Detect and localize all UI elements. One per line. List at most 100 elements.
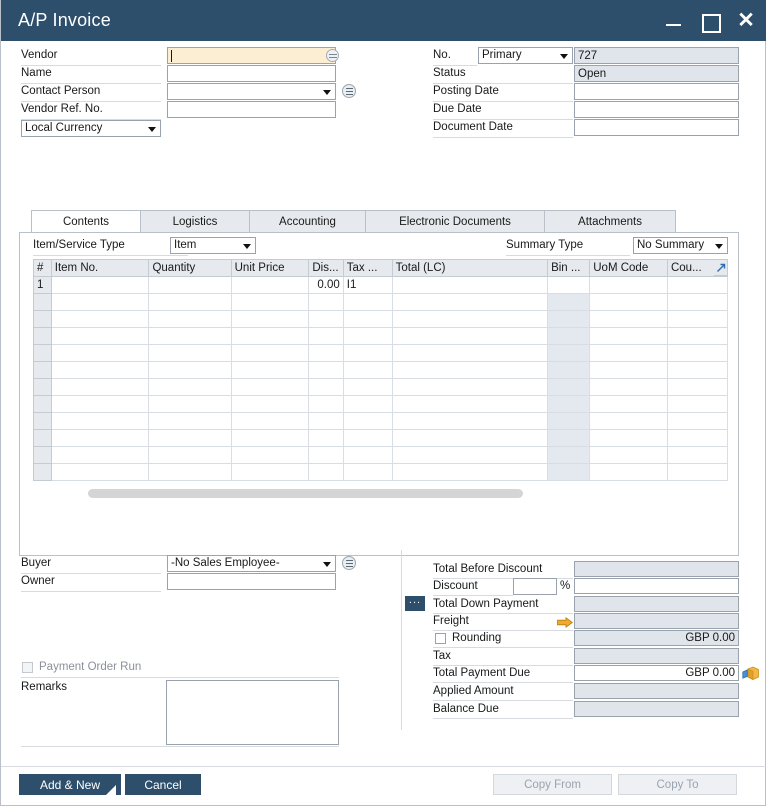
col-item-no[interactable]: Item No. <box>50 259 150 277</box>
cell-discount[interactable] <box>308 361 344 379</box>
cell-unit-price[interactable] <box>230 378 310 396</box>
table-row[interactable] <box>33 395 729 413</box>
cell-quantity[interactable] <box>148 463 232 481</box>
cell-country[interactable] <box>666 429 729 447</box>
table-row[interactable] <box>33 327 729 345</box>
buyer-chooser-icon[interactable] <box>342 556 356 570</box>
row-number-cell[interactable] <box>33 310 52 328</box>
cell-item-no[interactable] <box>50 378 150 396</box>
cell-bin[interactable] <box>547 378 591 396</box>
row-number-cell[interactable] <box>33 378 52 396</box>
posting-date-input[interactable] <box>574 83 739 100</box>
numbering-series-select[interactable]: Primary <box>478 47 573 64</box>
document-date-input[interactable] <box>574 119 739 136</box>
contact-person-chooser-icon[interactable] <box>342 84 356 98</box>
cell-quantity[interactable] <box>148 310 232 328</box>
tab-attachments[interactable]: Attachments <box>544 210 676 233</box>
currency-select[interactable]: Local Currency <box>21 120 161 137</box>
cell-tax[interactable] <box>342 344 393 362</box>
total-payment-due-value[interactable]: GBP 0.00 <box>574 665 739 681</box>
cell-unit-price[interactable] <box>230 276 310 294</box>
cell-total-lc[interactable] <box>391 276 549 294</box>
cell-bin[interactable] <box>547 293 591 311</box>
contact-person-select[interactable] <box>167 83 336 100</box>
table-row[interactable] <box>33 378 729 396</box>
cell-item-no[interactable] <box>50 361 150 379</box>
cell-bin[interactable] <box>547 310 591 328</box>
cell-total-lc[interactable] <box>391 446 549 464</box>
cell-uom-code[interactable] <box>589 344 668 362</box>
cell-quantity[interactable] <box>148 327 232 345</box>
cell-uom-code[interactable] <box>589 293 668 311</box>
table-row[interactable] <box>33 412 729 430</box>
vendor-link-icon[interactable] <box>326 49 339 62</box>
line-items-grid[interactable]: # Item No. Quantity Unit Price Dis... Ta… <box>33 259 729 481</box>
cell-total-lc[interactable] <box>391 361 549 379</box>
cell-unit-price[interactable] <box>230 344 310 362</box>
cell-tax[interactable] <box>342 327 393 345</box>
cell-item-no[interactable] <box>50 446 150 464</box>
row-number-cell[interactable] <box>33 327 52 345</box>
cell-item-no[interactable] <box>50 429 150 447</box>
cell-bin[interactable] <box>547 361 591 379</box>
cell-total-lc[interactable] <box>391 344 549 362</box>
cell-discount[interactable] <box>308 378 344 396</box>
row-number-cell[interactable] <box>33 429 52 447</box>
row-number-cell[interactable] <box>33 293 52 311</box>
cell-uom-code[interactable] <box>589 276 668 294</box>
cell-country[interactable] <box>666 327 729 345</box>
cell-discount[interactable] <box>308 310 344 328</box>
cell-item-no[interactable] <box>50 463 150 481</box>
table-row[interactable] <box>33 310 729 328</box>
cell-discount[interactable] <box>308 463 344 481</box>
cell-total-lc[interactable] <box>391 310 549 328</box>
tab-accounting[interactable]: Accounting <box>249 210 366 233</box>
grid-expand-icon[interactable] <box>714 259 728 276</box>
cell-tax[interactable] <box>342 412 393 430</box>
cell-bin[interactable] <box>547 395 591 413</box>
row-number-cell[interactable]: 1 <box>33 276 52 294</box>
cell-country[interactable] <box>666 361 729 379</box>
cell-tax[interactable] <box>342 310 393 328</box>
cube-icon[interactable] <box>742 664 760 681</box>
buyer-select[interactable]: -No Sales Employee- <box>167 555 336 572</box>
table-row[interactable] <box>33 446 729 464</box>
cell-country[interactable] <box>666 276 729 294</box>
cell-discount[interactable] <box>308 395 344 413</box>
cell-quantity[interactable] <box>148 446 232 464</box>
copy-to-button[interactable]: Copy To <box>618 774 737 795</box>
cell-country[interactable] <box>666 463 729 481</box>
cell-tax[interactable] <box>342 395 393 413</box>
name-input[interactable] <box>167 65 336 82</box>
cell-quantity[interactable] <box>148 412 232 430</box>
minimize-icon[interactable] <box>663 10 685 32</box>
cell-country[interactable] <box>666 344 729 362</box>
cell-country[interactable] <box>666 378 729 396</box>
cell-bin[interactable] <box>547 344 591 362</box>
cell-bin[interactable] <box>547 446 591 464</box>
total-down-payment-dots-button[interactable]: ... <box>405 595 425 611</box>
cell-discount[interactable] <box>308 293 344 311</box>
cell-unit-price[interactable] <box>230 327 310 345</box>
cell-country[interactable] <box>666 293 729 311</box>
cell-bin[interactable] <box>547 327 591 345</box>
col-quantity[interactable]: Quantity <box>148 259 232 277</box>
cell-tax[interactable] <box>342 293 393 311</box>
tab-contents[interactable]: Contents <box>31 210 141 233</box>
tab-electronic-documents[interactable]: Electronic Documents <box>365 210 545 233</box>
col-row-number[interactable]: # <box>33 259 52 277</box>
cell-uom-code[interactable] <box>589 446 668 464</box>
cell-uom-code[interactable] <box>589 361 668 379</box>
cell-bin[interactable] <box>547 412 591 430</box>
remarks-textarea[interactable] <box>166 680 339 745</box>
item-service-type-select[interactable]: Item <box>170 237 256 254</box>
cell-total-lc[interactable] <box>391 429 549 447</box>
cell-total-lc[interactable] <box>391 327 549 345</box>
cell-unit-price[interactable] <box>230 395 310 413</box>
cell-quantity[interactable] <box>148 395 232 413</box>
cell-total-lc[interactable] <box>391 463 549 481</box>
cancel-button[interactable]: Cancel <box>125 774 201 795</box>
col-tax-code[interactable]: Tax ... <box>342 259 393 277</box>
row-number-cell[interactable] <box>33 463 52 481</box>
table-row[interactable]: 1 0.00 I1 <box>33 276 729 294</box>
